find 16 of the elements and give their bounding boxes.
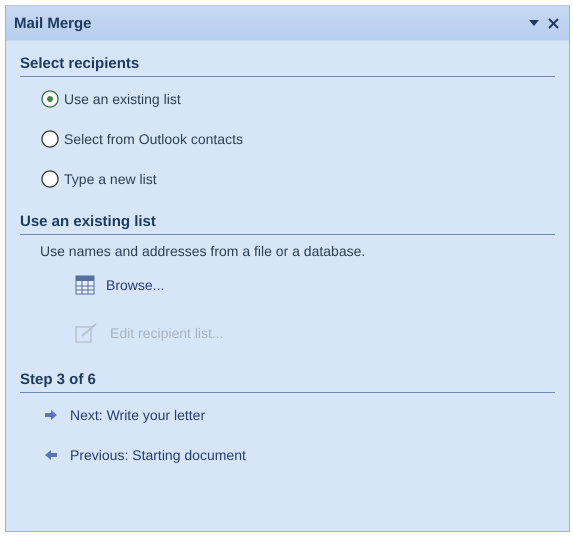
section-heading: Use an existing list bbox=[20, 213, 555, 235]
caret-icon bbox=[528, 19, 540, 27]
arrow-left-icon bbox=[44, 449, 58, 461]
section-heading: Step 3 of 6 bbox=[20, 371, 555, 393]
arrow-right-icon bbox=[44, 409, 58, 421]
window-title: Mail Merge bbox=[14, 14, 93, 32]
radio-option[interactable]: Use an existing list bbox=[40, 79, 181, 119]
close-icon bbox=[548, 18, 559, 28]
radio-option[interactable]: Select from Outlook contacts bbox=[40, 119, 243, 159]
browse-link[interactable]: Browse... bbox=[74, 261, 164, 309]
description-text: Use names and addresses from a file or a database. bbox=[40, 243, 366, 259]
previous-link[interactable]: Previous: Starting document bbox=[44, 435, 246, 475]
next-link[interactable]: Next: Write your letter bbox=[44, 395, 206, 435]
section-heading: Select recipients bbox=[20, 55, 555, 77]
radio-option[interactable]: Type a new list bbox=[40, 159, 157, 199]
table-icon bbox=[74, 274, 96, 296]
